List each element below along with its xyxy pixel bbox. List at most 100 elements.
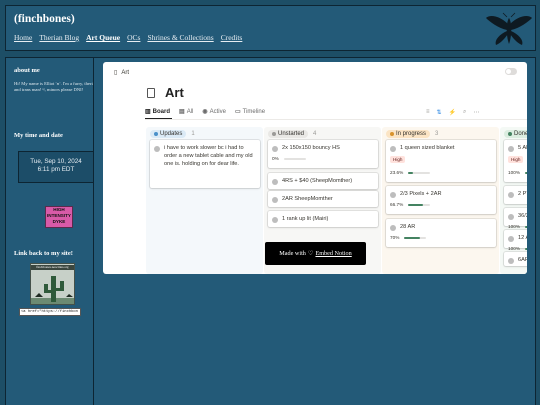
table-icon: ▤	[179, 109, 185, 115]
timeline-icon: ▭	[234, 109, 241, 115]
card-title: i have to work slower bc i had to order …	[164, 145, 253, 167]
card-title: 5 AR	[518, 145, 527, 151]
card-title: 4RS + $40 (SheepMomther)	[282, 178, 353, 184]
button-code-field[interactable]: <a href="https://finchbon	[19, 308, 81, 316]
sort-icon[interactable]: ⇅	[437, 109, 442, 116]
time-heading: My time and date	[14, 132, 63, 139]
progress-label: 100%	[508, 170, 520, 175]
board-card[interactable]: 12 AR 100%	[504, 230, 527, 251]
page-title: Art	[165, 85, 184, 100]
card-title: 1 rank up lit (Mairi)	[282, 216, 329, 222]
card-title: 2x 150x150 bouncy HS	[282, 145, 340, 151]
progress-fill	[404, 236, 420, 239]
card-title: 2AR SheepMomther	[282, 196, 333, 202]
progress-indicator: 70%	[390, 235, 427, 240]
clock-date: Tue, Sep 10, 2024	[30, 158, 82, 165]
progress-label: 100%	[508, 246, 520, 251]
board-card[interactable]: 5 AR High 100%	[504, 140, 527, 182]
site-button[interactable]: finchbones.neocities.org	[30, 263, 75, 305]
board-card[interactable]: 1 rank up lit (Mairi)	[268, 211, 378, 227]
status-dot-icon	[154, 132, 158, 136]
status-pill: Updates	[150, 130, 187, 138]
priority-badge: High	[508, 156, 524, 163]
heart-icon: ♡	[307, 250, 314, 257]
tab-active[interactable]: ◉ Active	[202, 108, 226, 116]
tab-label: All	[186, 108, 194, 115]
progress-indicator: 0%	[272, 156, 306, 161]
status-pill: Done	[504, 130, 527, 138]
column-header: Done	[504, 130, 527, 138]
progress-bar	[525, 225, 527, 228]
filter-icon[interactable]: ≡	[426, 109, 430, 116]
page-icon: ▯	[114, 70, 118, 76]
clock-time: 6:11 pm EDT	[37, 165, 75, 173]
card-title: 6AR	[518, 257, 527, 263]
progress-label: 100%	[508, 224, 520, 229]
priority-badge: High	[390, 156, 406, 163]
board-card[interactable]: 2 PT	[504, 186, 527, 204]
tab-timeline[interactable]: ▭ Timeline	[234, 108, 266, 116]
nav-link-credits[interactable]: Credits	[221, 33, 243, 42]
board-card[interactable]: 1 queen sized blanket High 23.6%	[386, 140, 496, 182]
progress-fill	[408, 203, 423, 206]
tab-all[interactable]: ▤ All	[179, 108, 194, 116]
board-card[interactable]: 4RS + $40 (SheepMomther)	[268, 173, 378, 189]
page-title-icon	[147, 88, 155, 98]
progress-bar	[408, 203, 431, 206]
column-name: Updates	[160, 131, 183, 137]
card-icon	[272, 197, 278, 203]
about-heading: about me	[14, 67, 40, 74]
board-card[interactable]: 36/36 100%	[504, 208, 527, 229]
board-card[interactable]: 6AR	[504, 252, 527, 266]
progress-fill	[525, 171, 527, 174]
board-card[interactable]: 28 AR 70%	[386, 219, 496, 247]
status-dot-icon	[508, 132, 512, 136]
board-column: Updates 1 i have to work slower bc i had t…	[146, 127, 263, 274]
search-icon[interactable]: ⌕	[463, 109, 466, 116]
column-header: Unstarted 4	[268, 130, 316, 138]
board-card[interactable]: 2x 150x150 bouncy HS 0%	[268, 140, 378, 168]
board-card[interactable]: 2/3 Pixels + 2AR 66.7%	[386, 186, 496, 214]
card-title: 2 PT	[518, 191, 527, 197]
automation-icon[interactable]: ⚡	[449, 109, 456, 116]
progress-bar	[408, 171, 431, 174]
progress-label: 66.7%	[390, 202, 404, 207]
sidebar: about me Hi! My name is Elliot ᵔᴥᵔ. I'm …	[5, 57, 105, 405]
breadcrumb-label: Art	[121, 69, 129, 76]
embed-link: Embed Notion	[315, 250, 352, 257]
tab-board[interactable]: ▥ Board	[145, 108, 170, 116]
card-icon	[508, 236, 514, 242]
board-card[interactable]: 2AR SheepMomther	[268, 191, 378, 207]
nav-link-ocs[interactable]: OCs	[127, 33, 140, 42]
nav-link-therian-blog[interactable]: Therian Blog	[39, 33, 79, 42]
card-title: 12 AR	[518, 235, 527, 241]
progress-indicator: 100%	[508, 224, 527, 229]
board-card[interactable]: i have to work slower bc i had to order …	[150, 140, 260, 188]
embed-notion-button[interactable]: Made with ♡ Embed Notion	[265, 242, 366, 265]
card-icon	[508, 146, 514, 152]
pride-stamp: HIGH INTENSITY DYKE	[45, 206, 73, 228]
nav-link-home[interactable]: Home	[14, 33, 32, 42]
view-toolbar: ≡ ⇅ ⚡ ⌕ ⋯	[426, 109, 479, 116]
more-icon[interactable]: ⋯	[473, 109, 479, 116]
card-icon	[390, 225, 396, 231]
progress-label: 23.6%	[390, 170, 404, 175]
breadcrumb[interactable]: ▯ Art	[114, 69, 129, 77]
board-column: In progress 3 1 queen sized blanket High 23.…	[382, 127, 499, 274]
card-icon	[272, 217, 278, 223]
column-header: In progress 3	[386, 130, 438, 138]
theme-toggle[interactable]	[505, 68, 517, 75]
nav-link-shrines[interactable]: Shrines & Collections	[147, 33, 213, 42]
nav-link-art-queue[interactable]: Art Queue	[86, 33, 120, 42]
column-name: Unstarted	[278, 131, 305, 137]
status-dot-icon	[390, 132, 394, 136]
site-title: (finchbones)	[14, 13, 75, 25]
board-icon: ▥	[145, 109, 151, 115]
column-count: 3	[435, 131, 439, 137]
tab-label: Timeline	[242, 108, 266, 115]
view-tabs: ▥ Board ▤ All ◉ Active ▭ Timeline	[145, 108, 266, 116]
status-pill: In progress	[386, 130, 431, 138]
board-column: Done 5 AR High 100% 2 PT 36/36 100% 12 AR 100% 6A…	[500, 127, 527, 274]
tabs-divider	[145, 119, 527, 120]
card-icon	[390, 192, 396, 198]
